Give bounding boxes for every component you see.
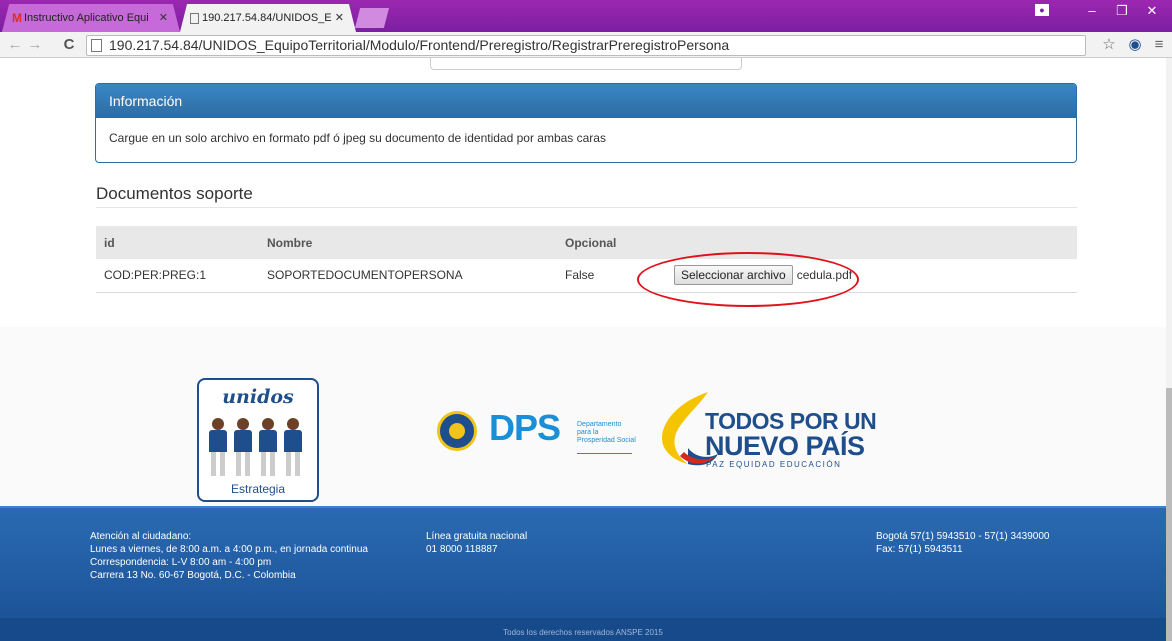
- divider: [96, 207, 1077, 208]
- table-row: COD:PER:PREG:1 SOPORTEDOCUMENTOPERSONA F…: [96, 259, 1077, 293]
- menu-icon[interactable]: ≡: [1148, 35, 1170, 55]
- footer-bogota: Bogotá 57(1) 5943510 - 57(1) 3439000 Fax…: [876, 530, 1049, 556]
- unidos-logo: unidos Estrategia: [197, 378, 319, 502]
- copyright: Todos los derechos reservados ANSPE 2015: [0, 618, 1166, 641]
- child-figure-icon: [232, 418, 254, 478]
- unidos-logo-title: unidos: [222, 386, 294, 408]
- scrollbar[interactable]: [1166, 58, 1172, 641]
- forward-icon[interactable]: →: [26, 35, 44, 55]
- tab-instructivo[interactable]: M Instructivo Aplicativo Equi ✕: [2, 4, 180, 32]
- page-icon: [91, 39, 102, 52]
- user-icon[interactable]: ●: [1035, 4, 1049, 16]
- restore-icon[interactable]: ❐: [1107, 0, 1137, 22]
- info-panel-text: Cargue en un solo archivo en formato pdf…: [109, 131, 606, 145]
- footer-text: 01 8000 118887: [426, 544, 498, 555]
- tab-bar: M Instructivo Aplicativo Equi ✕ 190.217.…: [0, 0, 1172, 32]
- cell-nombre: SOPORTEDOCUMENTOPERSONA: [259, 259, 557, 293]
- reload-icon[interactable]: C: [60, 35, 78, 55]
- cell-id: COD:PER:PREG:1: [96, 259, 259, 293]
- footer-contact: Atención al ciudadano: Lunes a viernes, …: [90, 530, 368, 582]
- footer-text: Carrera 13 No. 60-67 Bogotá, D.C. - Colo…: [90, 570, 296, 581]
- gobierno-logo-line3: PAZ EQUIDAD EDUCACIÓN: [706, 460, 842, 469]
- dps-logo-text: DPS: [489, 407, 561, 448]
- new-tab-button[interactable]: [355, 8, 389, 28]
- documents-table: id Nombre Opcional COD:PER:PREG:1 SOPORT…: [96, 226, 1077, 293]
- footer-text: Atención al ciudadano:: [90, 531, 192, 542]
- close-icon[interactable]: ✕: [335, 4, 344, 32]
- footer-text: Fax: 57(1) 5943511: [876, 544, 963, 555]
- close-window-icon[interactable]: ✕: [1137, 0, 1167, 22]
- input-field-bottom-edge[interactable]: [430, 58, 742, 70]
- gobierno-logo: TODOS POR UN NUEVO PAÍS PAZ EQUIDAD EDUC…: [658, 380, 888, 480]
- child-figure-icon: [207, 418, 229, 478]
- footer-text: Línea gratuita nacional: [426, 531, 528, 542]
- back-icon[interactable]: ←: [6, 35, 24, 55]
- info-panel-heading: Información: [96, 84, 1076, 118]
- child-figure-icon: [282, 418, 304, 478]
- gmail-icon: M: [12, 11, 22, 25]
- info-panel: Información Cargue en un solo archivo en…: [95, 83, 1077, 163]
- red-highlight-circle: [637, 252, 859, 307]
- scrollbar-thumb[interactable]: [1166, 388, 1172, 641]
- footer-text: Lunes a viernes, de 8:00 a.m. a 4:00 p.m…: [90, 544, 368, 555]
- gobierno-logo-line2: NUEVO PAÍS: [705, 431, 865, 461]
- divider: [577, 453, 632, 454]
- minimize-icon[interactable]: –: [1077, 0, 1107, 22]
- browser-toolbar: ← → C 190.217.54.84/UNIDOS_EquipoTerrito…: [0, 32, 1172, 58]
- column-header-id: id: [96, 226, 259, 259]
- column-header-opcional: Opcional: [557, 226, 651, 259]
- close-icon[interactable]: ✕: [159, 4, 168, 32]
- dps-logo: DPS Departamento para la Prosperidad Soc…: [437, 405, 636, 455]
- footer-phone: Línea gratuita nacional 01 8000 118887: [426, 530, 527, 556]
- tab-preregistro[interactable]: 190.217.54.84/UNIDOS_Eq ✕: [180, 4, 356, 32]
- tab-title: Instructivo Aplicativo Equi: [24, 12, 149, 24]
- child-figure-icon: [257, 418, 279, 478]
- unidos-logo-subtitle: Estrategia: [230, 482, 286, 496]
- address-bar[interactable]: 190.217.54.84/UNIDOS_EquipoTerritorial/M…: [86, 35, 1086, 56]
- column-header-nombre: Nombre: [259, 226, 557, 259]
- star-icon[interactable]: ☆: [1098, 35, 1120, 55]
- page-icon: [190, 13, 199, 24]
- table-header-row: id Nombre Opcional: [96, 226, 1077, 259]
- footer-text: Bogotá 57(1) 5943510 - 57(1) 3439000: [876, 531, 1050, 542]
- documents-title: Documentos soporte: [96, 184, 253, 203]
- browser-window: M Instructivo Aplicativo Equi ✕ 190.217.…: [0, 0, 1172, 641]
- tab-title: 190.217.54.84/UNIDOS_Eq: [202, 12, 332, 24]
- coat-of-arms-icon: [437, 411, 477, 451]
- extension-icon[interactable]: ◉: [1124, 35, 1146, 55]
- dps-logo-subtitle: Departamento para la Prosperidad Social: [577, 421, 636, 444]
- url-text: 190.217.54.84/UNIDOS_EquipoTerritorial/M…: [109, 37, 730, 53]
- footer-text: Correspondencia: L-V 8:00 am - 4:00 pm: [90, 557, 272, 568]
